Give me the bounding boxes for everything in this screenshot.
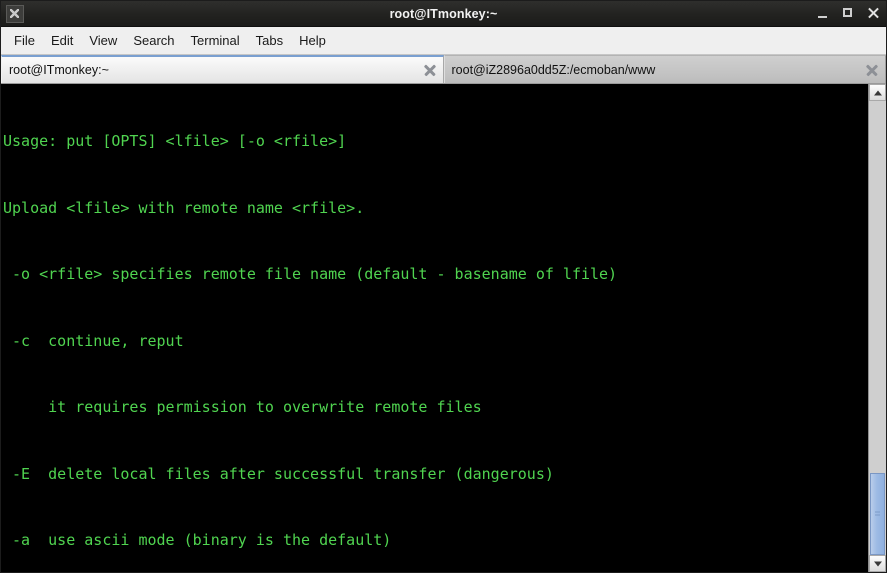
tab-label: root@ITmonkey:~ bbox=[9, 63, 109, 77]
menu-item-search[interactable]: Search bbox=[125, 30, 182, 51]
terminal-scrollbar[interactable] bbox=[868, 84, 886, 572]
tab-root-itmonkey[interactable]: root@ITmonkey:~ bbox=[1, 55, 444, 83]
terminal-line: -o <rfile> specifies remote file name (d… bbox=[3, 265, 618, 284]
maximize-icon[interactable] bbox=[842, 7, 855, 20]
terminal-line: -c continue, reput bbox=[3, 331, 184, 350]
menu-item-tabs[interactable]: Tabs bbox=[248, 30, 291, 51]
terminal-line: Upload <lfile> with remote name <rfile>. bbox=[3, 198, 365, 217]
menu-item-help[interactable]: Help bbox=[291, 30, 334, 51]
scrollbar-thumb[interactable] bbox=[870, 473, 885, 555]
menu-item-view[interactable]: View bbox=[81, 30, 125, 51]
tab-bar: root@ITmonkey:~ root@iZ2896a0dd5Z:/ecmob… bbox=[1, 55, 886, 84]
menu-item-file[interactable]: File bbox=[6, 30, 43, 51]
close-tab-icon[interactable] bbox=[865, 63, 879, 77]
scroll-down-icon[interactable] bbox=[869, 555, 886, 572]
minimize-icon[interactable] bbox=[817, 7, 830, 20]
window-controls bbox=[817, 7, 880, 20]
close-icon[interactable] bbox=[867, 7, 880, 20]
terminal-app-icon bbox=[6, 4, 24, 23]
terminal-output[interactable]: Usage: put [OPTS] <lfile> [-o <rfile>] U… bbox=[1, 84, 868, 572]
tab-root-iz2896a0dd5z[interactable]: root@iZ2896a0dd5Z:/ecmoban/www bbox=[443, 55, 886, 83]
scrollbar-track[interactable] bbox=[869, 101, 886, 555]
terminal-window: root@ITmonkey:~ File Edit View Search Te… bbox=[0, 0, 887, 573]
terminal-line: -E delete local files after successful t… bbox=[3, 464, 554, 483]
terminal-line: Usage: put [OPTS] <lfile> [-o <rfile>] bbox=[3, 132, 347, 151]
menu-bar: File Edit View Search Terminal Tabs Help bbox=[1, 27, 886, 55]
title-bar: root@ITmonkey:~ bbox=[1, 1, 886, 27]
tab-label: root@iZ2896a0dd5Z:/ecmoban/www bbox=[451, 62, 656, 77]
terminal-line: it requires permission to overwrite remo… bbox=[3, 398, 482, 417]
scroll-up-icon[interactable] bbox=[869, 84, 886, 101]
terminal-area: Usage: put [OPTS] <lfile> [-o <rfile>] U… bbox=[1, 84, 886, 572]
window-title: root@ITmonkey:~ bbox=[389, 6, 498, 21]
menu-item-edit[interactable]: Edit bbox=[43, 30, 81, 51]
close-tab-icon[interactable] bbox=[423, 63, 437, 77]
menu-item-terminal[interactable]: Terminal bbox=[183, 30, 248, 51]
terminal-line: -a use ascii mode (binary is the default… bbox=[3, 531, 392, 550]
